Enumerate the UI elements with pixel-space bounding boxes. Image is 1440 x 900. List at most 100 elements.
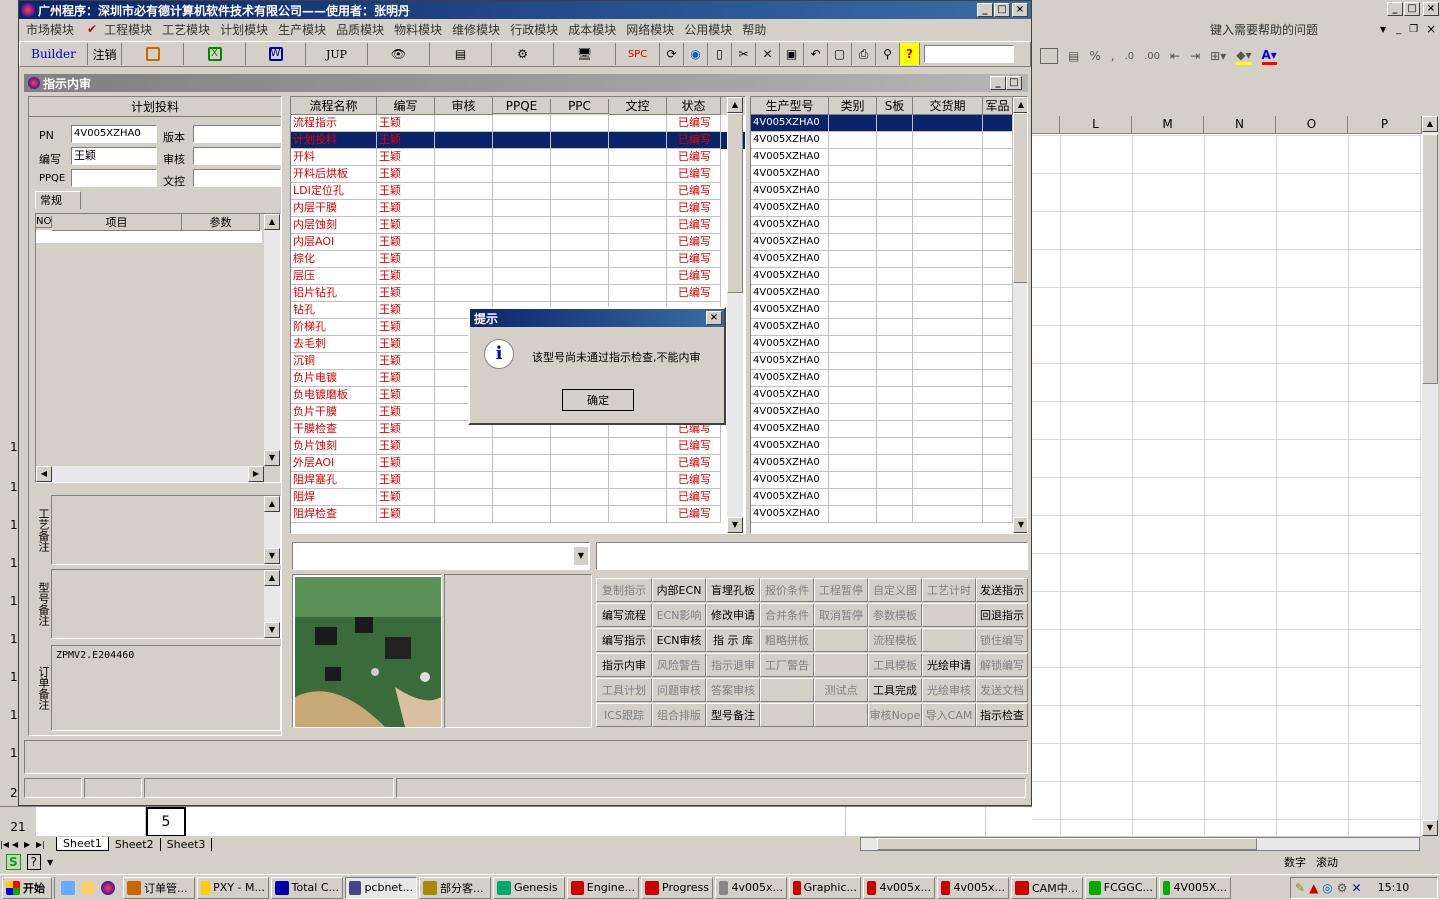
model-cell[interactable] [877, 217, 913, 234]
model-cell[interactable] [829, 217, 877, 234]
model-cell[interactable]: 4V005XZHA0 [751, 302, 829, 319]
action-button[interactable]: 发送指示 [976, 578, 1028, 602]
model-cell[interactable]: 4V005XZHA0 [751, 149, 829, 166]
increase-decimal-icon[interactable]: .0 [1125, 51, 1135, 62]
action-button[interactable]: 报价条件 [760, 578, 814, 602]
scroll-up-icon[interactable]: ▲ [264, 570, 280, 586]
model-cell[interactable] [983, 319, 1013, 336]
flow-cell[interactable]: 王颖 [377, 132, 435, 149]
action-button[interactable]: 组合排版 [652, 703, 706, 727]
taskbar-item[interactable]: Graphic... [789, 876, 861, 899]
tab-general[interactable]: 常规 [35, 191, 81, 209]
model-cell[interactable] [983, 404, 1013, 421]
model-cell[interactable] [829, 336, 877, 353]
flow-cell[interactable] [493, 115, 551, 132]
scroll-left-icon[interactable]: ◀ [36, 466, 52, 482]
action-button[interactable]: 自定义图 [868, 578, 922, 602]
model-cell[interactable] [877, 132, 913, 149]
jup-button[interactable]: JUP [306, 43, 368, 65]
help-icon[interactable]: ? [900, 43, 920, 65]
action-button[interactable]: 内部ECN [652, 578, 706, 602]
child-titlebar[interactable]: 指示内审 _ □ [24, 74, 1028, 92]
comma-icon[interactable]: , [1111, 49, 1115, 63]
action-button[interactable]: 工艺计时 [922, 578, 976, 602]
flow-row[interactable]: 阻焊检查 王颖 已编写 [291, 506, 745, 523]
print-icon[interactable]: ⎙ [852, 43, 876, 65]
flow-cell[interactable] [435, 438, 493, 455]
flow-cell[interactable]: 王颖 [377, 200, 435, 217]
desktop-icon[interactable] [61, 880, 75, 895]
logout-button[interactable]: 注销 [88, 43, 122, 65]
flow-col-name[interactable]: 流程名称 [291, 97, 377, 115]
spreadsheet-app-icon[interactable]: S [6, 854, 21, 870]
flow-cell[interactable]: 王颖 [377, 149, 435, 166]
model-cell[interactable]: 4V005XZHA0 [751, 285, 829, 302]
action-button[interactable] [760, 678, 814, 702]
delete-icon[interactable]: ✕ [756, 43, 780, 65]
board-photo[interactable] [292, 574, 442, 728]
flow-cell[interactable]: 已编写 [667, 455, 721, 472]
save-icon[interactable]: ▣ [780, 43, 804, 65]
excel-grid-lines[interactable] [1032, 135, 1422, 835]
writer-field[interactable]: 王颖 [71, 147, 157, 165]
model-cell[interactable] [983, 353, 1013, 370]
flow-cell[interactable]: 王颖 [377, 489, 435, 506]
action-button[interactable]: 流程模板 [868, 628, 922, 652]
flow-cell[interactable]: 王颖 [377, 336, 435, 353]
scroll-up-icon[interactable]: ▲ [264, 214, 280, 230]
model-cell[interactable] [913, 115, 983, 132]
model-cell[interactable] [829, 234, 877, 251]
model-cell[interactable] [877, 268, 913, 285]
scroll-thumb[interactable] [1422, 134, 1438, 384]
flow-cell[interactable] [493, 438, 551, 455]
taskbar-item[interactable]: Progress [641, 876, 713, 899]
flow-cell[interactable]: 王颖 [377, 319, 435, 336]
refresh-icon[interactable]: ⟳ [660, 43, 684, 65]
model-cell[interactable] [913, 506, 983, 523]
borders-icon[interactable]: ⊞▾ [1210, 49, 1226, 63]
model-cell[interactable] [983, 217, 1013, 234]
column-header[interactable] [1032, 115, 1060, 134]
toolbar-dropdown-icon[interactable]: ▼ [47, 858, 53, 867]
model-cell[interactable] [913, 268, 983, 285]
flow-row[interactable]: 负片蚀刻 王颖 已编写 [291, 438, 745, 455]
tray-icon-triangle[interactable]: ▲ [1309, 881, 1318, 895]
sheet-nav-first-icon[interactable]: |◀ [0, 840, 12, 849]
settings-icon[interactable]: ⚙ [492, 43, 554, 65]
flow-cell[interactable]: 已编写 [667, 115, 721, 132]
scroll-right-icon[interactable]: ▶ [248, 466, 264, 482]
scroll-thumb[interactable] [1013, 113, 1027, 283]
order-note-field[interactable]: ZPMV2.E204460 [51, 645, 281, 731]
cell[interactable] [36, 806, 146, 837]
model-col-military[interactable]: 军品 [983, 97, 1013, 115]
flow-cell[interactable] [609, 251, 667, 268]
flow-cell[interactable] [493, 251, 551, 268]
model-cell[interactable] [829, 132, 877, 149]
preview-icon[interactable]: ▢ [828, 43, 852, 65]
action-button[interactable]: ICS跟踪 [596, 703, 652, 727]
model-cell[interactable] [829, 166, 877, 183]
action-button[interactable]: 导入CAM [922, 703, 976, 727]
model-row[interactable]: 4V005XZHA0 [751, 217, 1027, 234]
flow-cell[interactable]: 已编写 [667, 251, 721, 268]
flow-cell[interactable]: 层压 [291, 268, 377, 285]
flow-cell[interactable] [435, 251, 493, 268]
model-row[interactable]: 4V005XZHA0 [751, 166, 1027, 183]
flow-cell[interactable] [609, 115, 667, 132]
merge-icon[interactable] [1040, 48, 1058, 64]
model-cell[interactable]: 4V005XZHA0 [751, 506, 829, 523]
column-header-p[interactable]: P [1348, 115, 1422, 134]
model-cell[interactable] [913, 149, 983, 166]
note-vscroll[interactable]: ▲ ▼ [264, 496, 280, 564]
flow-cell[interactable]: 已编写 [667, 217, 721, 234]
taskbar-item[interactable]: 4V005X... [1159, 876, 1231, 899]
flow-cell[interactable] [493, 149, 551, 166]
tray-icon-circle[interactable]: ◎ [1322, 881, 1332, 895]
model-cell[interactable] [829, 404, 877, 421]
model-col-type[interactable]: 类别 [829, 97, 877, 115]
model-cell[interactable]: 4V005XZHA0 [751, 200, 829, 217]
menu-item[interactable]: 工艺模块 [157, 21, 215, 38]
cell[interactable] [846, 806, 986, 837]
flow-cell[interactable] [435, 183, 493, 200]
child-maximize-icon[interactable]: □ [1006, 76, 1022, 90]
